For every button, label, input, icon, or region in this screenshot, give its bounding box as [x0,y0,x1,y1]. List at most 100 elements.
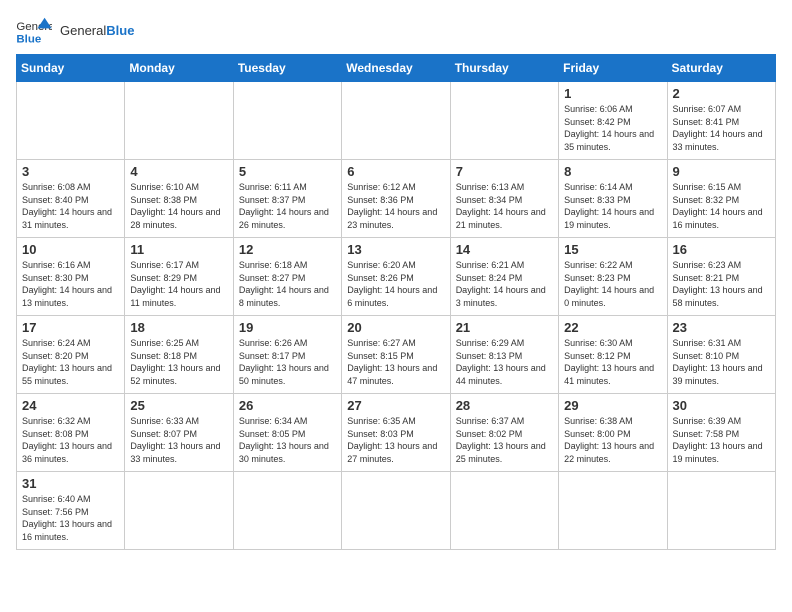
calendar-cell: 22Sunrise: 6:30 AM Sunset: 8:12 PM Dayli… [559,316,667,394]
day-number: 16 [673,242,770,257]
calendar-cell [450,472,558,550]
day-number: 30 [673,398,770,413]
calendar-cell: 4 Sunrise: 6:10 AM Sunset: 8:38 PM Daylig… [125,160,233,238]
calendar-cell: 25 Sunrise: 6:33 AM Sunset: 8:07 PM Dayli… [125,394,233,472]
day-number: 31 [22,476,119,491]
day-number: 22 [564,320,661,335]
calendar-cell: 19Sunrise: 6:26 AM Sunset: 8:17 PM Dayli… [233,316,341,394]
calendar-table: SundayMondayTuesdayWednesdayThursdayFrid… [16,54,776,550]
calendar-cell: 31 Sunrise: 6:40 AM Sunset: 7:56 PM Dayli… [17,472,125,550]
calendar-cell: 23Sunrise: 6:31 AM Sunset: 8:10 PM Dayli… [667,316,775,394]
day-info: Sunrise: 6:35 AM Sunset: 8:03 PM Dayligh… [347,415,444,465]
calendar-week-3: 10 Sunrise: 6:16 AM Sunset: 8:30 PM Dayli… [17,238,776,316]
weekday-header-saturday: Saturday [667,55,775,82]
day-info: Sunrise: 6:16 AM Sunset: 8:30 PM Dayligh… [22,259,119,309]
day-number: 13 [347,242,444,257]
calendar-cell: 20Sunrise: 6:27 AM Sunset: 8:15 PM Dayli… [342,316,450,394]
calendar-cell [342,82,450,160]
calendar-cell: 26 Sunrise: 6:34 AM Sunset: 8:05 PM Dayli… [233,394,341,472]
calendar-cell: 7Sunrise: 6:13 AM Sunset: 8:34 PM Daylig… [450,160,558,238]
calendar-cell: 21 Sunrise: 6:29 AM Sunset: 8:13 PM Dayli… [450,316,558,394]
calendar-cell: 6 Sunrise: 6:12 AM Sunset: 8:36 PM Daylig… [342,160,450,238]
day-number: 17 [22,320,119,335]
weekday-header-monday: Monday [125,55,233,82]
day-info: Sunrise: 6:31 AM Sunset: 8:10 PM Dayligh… [673,337,770,387]
calendar-week-2: 3Sunrise: 6:08 AM Sunset: 8:40 PM Daylig… [17,160,776,238]
day-info: Sunrise: 6:15 AM Sunset: 8:32 PM Dayligh… [673,181,770,231]
calendar-week-5: 24 Sunrise: 6:32 AM Sunset: 8:08 PM Dayli… [17,394,776,472]
day-info: Sunrise: 6:27 AM Sunset: 8:15 PM Dayligh… [347,337,444,387]
calendar-cell: 18 Sunrise: 6:25 AM Sunset: 8:18 PM Dayli… [125,316,233,394]
calendar-cell [450,82,558,160]
day-number: 8 [564,164,661,179]
day-info: Sunrise: 6:12 AM Sunset: 8:36 PM Dayligh… [347,181,444,231]
calendar-cell: 17 Sunrise: 6:24 AM Sunset: 8:20 PM Dayli… [17,316,125,394]
day-number: 18 [130,320,227,335]
day-info: Sunrise: 6:34 AM Sunset: 8:05 PM Dayligh… [239,415,336,465]
calendar-cell: 10 Sunrise: 6:16 AM Sunset: 8:30 PM Dayli… [17,238,125,316]
day-info: Sunrise: 6:21 AM Sunset: 8:24 PM Dayligh… [456,259,553,309]
day-number: 6 [347,164,444,179]
calendar-cell: 2Sunrise: 6:07 AM Sunset: 8:41 PM Daylig… [667,82,775,160]
day-info: Sunrise: 6:32 AM Sunset: 8:08 PM Dayligh… [22,415,119,465]
day-info: Sunrise: 6:23 AM Sunset: 8:21 PM Dayligh… [673,259,770,309]
calendar-cell: 8 Sunrise: 6:14 AM Sunset: 8:33 PM Daylig… [559,160,667,238]
day-number: 12 [239,242,336,257]
page-header: General Blue GeneralBlue [16,16,776,46]
calendar-week-4: 17 Sunrise: 6:24 AM Sunset: 8:20 PM Dayli… [17,316,776,394]
day-info: Sunrise: 6:25 AM Sunset: 8:18 PM Dayligh… [130,337,227,387]
calendar-cell: 14 Sunrise: 6:21 AM Sunset: 8:24 PM Dayli… [450,238,558,316]
day-number: 29 [564,398,661,413]
calendar-cell [559,472,667,550]
day-info: Sunrise: 6:20 AM Sunset: 8:26 PM Dayligh… [347,259,444,309]
day-info: Sunrise: 6:29 AM Sunset: 8:13 PM Dayligh… [456,337,553,387]
day-number: 15 [564,242,661,257]
calendar-cell: 15 Sunrise: 6:22 AM Sunset: 8:23 PM Dayli… [559,238,667,316]
day-number: 24 [22,398,119,413]
calendar-cell [125,472,233,550]
calendar-cell: 30 Sunrise: 6:39 AM Sunset: 7:58 PM Dayli… [667,394,775,472]
day-info: Sunrise: 6:10 AM Sunset: 8:38 PM Dayligh… [130,181,227,231]
calendar-cell: 29 Sunrise: 6:38 AM Sunset: 8:00 PM Dayli… [559,394,667,472]
calendar-cell: 13 Sunrise: 6:20 AM Sunset: 8:26 PM Dayli… [342,238,450,316]
weekday-header-friday: Friday [559,55,667,82]
weekday-header-wednesday: Wednesday [342,55,450,82]
day-info: Sunrise: 6:22 AM Sunset: 8:23 PM Dayligh… [564,259,661,309]
day-number: 27 [347,398,444,413]
calendar-cell: 5Sunrise: 6:11 AM Sunset: 8:37 PM Daylig… [233,160,341,238]
day-info: Sunrise: 6:40 AM Sunset: 7:56 PM Dayligh… [22,493,119,543]
calendar-cell [233,472,341,550]
weekday-header-sunday: Sunday [17,55,125,82]
day-number: 19 [239,320,336,335]
day-info: Sunrise: 6:14 AM Sunset: 8:33 PM Dayligh… [564,181,661,231]
day-info: Sunrise: 6:37 AM Sunset: 8:02 PM Dayligh… [456,415,553,465]
day-info: Sunrise: 6:33 AM Sunset: 8:07 PM Dayligh… [130,415,227,465]
day-info: Sunrise: 6:39 AM Sunset: 7:58 PM Dayligh… [673,415,770,465]
day-number: 11 [130,242,227,257]
day-number: 25 [130,398,227,413]
calendar-cell: 11 Sunrise: 6:17 AM Sunset: 8:29 PM Dayli… [125,238,233,316]
weekday-header-row: SundayMondayTuesdayWednesdayThursdayFrid… [17,55,776,82]
day-number: 10 [22,242,119,257]
day-number: 26 [239,398,336,413]
day-info: Sunrise: 6:07 AM Sunset: 8:41 PM Dayligh… [673,103,770,153]
day-number: 4 [130,164,227,179]
day-number: 28 [456,398,553,413]
day-info: Sunrise: 6:17 AM Sunset: 8:29 PM Dayligh… [130,259,227,309]
day-info: Sunrise: 6:06 AM Sunset: 8:42 PM Dayligh… [564,103,661,153]
calendar-cell [17,82,125,160]
calendar-cell [342,472,450,550]
calendar-cell: 1Sunrise: 6:06 AM Sunset: 8:42 PM Daylig… [559,82,667,160]
day-info: Sunrise: 6:08 AM Sunset: 8:40 PM Dayligh… [22,181,119,231]
logo-icon: General Blue [16,16,52,46]
calendar-cell: 28 Sunrise: 6:37 AM Sunset: 8:02 PM Dayli… [450,394,558,472]
day-info: Sunrise: 6:18 AM Sunset: 8:27 PM Dayligh… [239,259,336,309]
day-number: 21 [456,320,553,335]
day-info: Sunrise: 6:11 AM Sunset: 8:37 PM Dayligh… [239,181,336,231]
day-number: 14 [456,242,553,257]
logo: General Blue GeneralBlue [16,16,134,46]
day-info: Sunrise: 6:38 AM Sunset: 8:00 PM Dayligh… [564,415,661,465]
weekday-header-thursday: Thursday [450,55,558,82]
day-info: Sunrise: 6:24 AM Sunset: 8:20 PM Dayligh… [22,337,119,387]
calendar-cell: 16 Sunrise: 6:23 AM Sunset: 8:21 PM Dayli… [667,238,775,316]
